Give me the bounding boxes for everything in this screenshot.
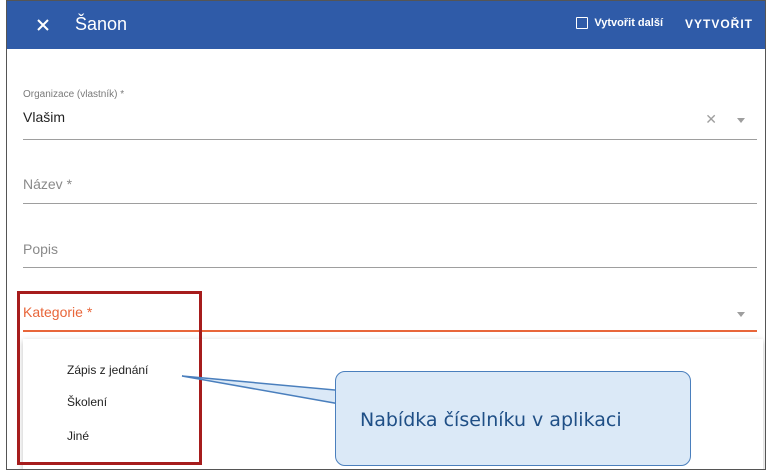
callout-pointer-join (337, 392, 342, 403)
callout-text: Nabídka číselníku v aplikaci (360, 409, 622, 431)
